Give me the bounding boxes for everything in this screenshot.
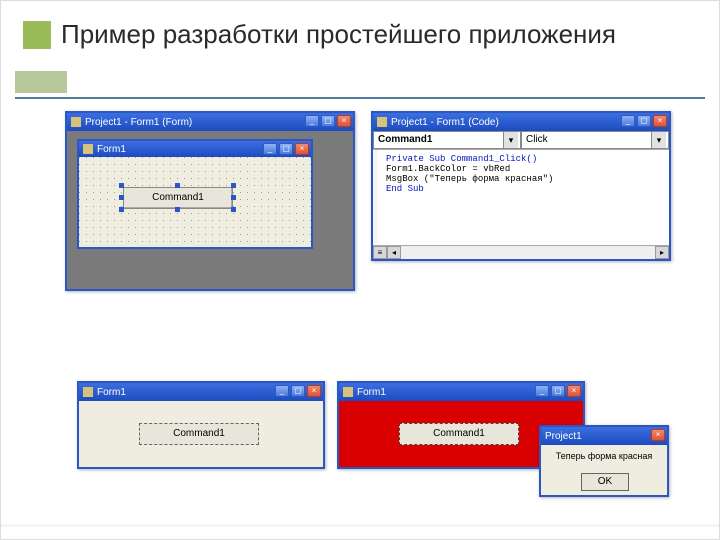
designer-titlebar[interactable]: Project1 - Form1 (Form) _ ▢ × xyxy=(67,113,353,131)
object-dropdown-value: Command1 xyxy=(378,134,432,145)
scroll-splitbar-icon[interactable]: ≡ xyxy=(373,246,387,259)
vb-icon xyxy=(377,117,387,127)
runtime-before-titlebar[interactable]: Form1 _ ▢ × xyxy=(79,383,323,401)
footer-divider xyxy=(1,524,719,527)
close-button[interactable]: × xyxy=(295,143,309,155)
minimize-button[interactable]: _ xyxy=(263,143,277,155)
form-design-surface[interactable]: Command1 xyxy=(79,157,311,247)
scroll-track[interactable] xyxy=(401,246,655,259)
resize-handle-icon[interactable] xyxy=(119,207,124,212)
maximize-button[interactable]: ▢ xyxy=(291,385,305,397)
scroll-right-icon[interactable]: ▸ xyxy=(655,246,669,259)
msgbox-titlebar[interactable]: Project1 × xyxy=(541,427,667,445)
divider xyxy=(15,97,705,99)
event-dropdown-value: Click xyxy=(526,134,548,145)
maximize-button[interactable]: ▢ xyxy=(551,385,565,397)
runtime-after-titlebar[interactable]: Form1 _ ▢ × xyxy=(339,383,583,401)
maximize-button[interactable]: ▢ xyxy=(279,143,293,155)
close-button[interactable]: × xyxy=(307,385,321,397)
accent-square-icon xyxy=(23,21,51,49)
resize-handle-icon[interactable] xyxy=(175,183,180,188)
ok-button[interactable]: OK xyxy=(581,473,629,491)
minimize-button[interactable]: _ xyxy=(305,115,319,127)
runtime-before-client: Command1 xyxy=(79,401,323,467)
form1-title-text: Form1 xyxy=(97,144,126,155)
slide: Пример разработки простейшего приложения… xyxy=(0,0,720,540)
close-button[interactable]: × xyxy=(653,115,667,127)
slide-title: Пример разработки простейшего приложения xyxy=(61,19,616,50)
scroll-left-icon[interactable]: ◂ xyxy=(387,246,401,259)
code-line: End Sub xyxy=(386,184,424,194)
resize-handle-icon[interactable] xyxy=(119,195,124,200)
command1-button-runtime[interactable]: Command1 xyxy=(399,423,519,445)
command1-button-design[interactable]: Command1 xyxy=(123,187,233,209)
form-icon xyxy=(83,387,93,397)
code-line: Form1.BackColor = vbRed xyxy=(386,164,510,174)
code-window: Project1 - Form1 (Code) _ ▢ × Command1 C… xyxy=(371,111,671,261)
minimize-button[interactable]: _ xyxy=(275,385,289,397)
form1-titlebar[interactable]: Form1 _ ▢ × xyxy=(79,141,311,157)
close-button[interactable]: × xyxy=(651,429,665,441)
code-title-text: Project1 - Form1 (Code) xyxy=(391,117,499,128)
maximize-button[interactable]: ▢ xyxy=(637,115,651,127)
msgbox-message: Теперь форма красная xyxy=(541,451,667,461)
code-titlebar[interactable]: Project1 - Form1 (Code) _ ▢ × xyxy=(373,113,669,131)
runtime-window-before: Form1 _ ▢ × Command1 xyxy=(77,381,325,469)
designer-title-text: Project1 - Form1 (Form) xyxy=(85,117,192,128)
event-dropdown[interactable]: Click xyxy=(521,131,669,149)
resize-handle-icon[interactable] xyxy=(231,207,236,212)
code-line: Private Sub Command1_Click() xyxy=(386,154,537,164)
runtime-after-title: Form1 xyxy=(357,387,386,398)
resize-handle-icon[interactable] xyxy=(119,183,124,188)
close-button[interactable]: × xyxy=(337,115,351,127)
accent-bar-icon xyxy=(15,71,67,93)
form-icon xyxy=(343,387,353,397)
runtime-before-title: Form1 xyxy=(97,387,126,398)
vb-icon xyxy=(71,117,81,127)
resize-handle-icon[interactable] xyxy=(175,207,180,212)
command1-button-runtime[interactable]: Command1 xyxy=(139,423,259,445)
minimize-button[interactable]: _ xyxy=(621,115,635,127)
msgbox-title: Project1 xyxy=(545,431,582,442)
horizontal-scrollbar[interactable]: ≡ ◂ ▸ xyxy=(373,245,669,259)
maximize-button[interactable]: ▢ xyxy=(321,115,335,127)
minimize-button[interactable]: _ xyxy=(535,385,549,397)
form-designer-subwindow: Form1 _ ▢ × Command1 xyxy=(77,139,313,249)
resize-handle-icon[interactable] xyxy=(231,195,236,200)
resize-handle-icon[interactable] xyxy=(231,183,236,188)
object-dropdown[interactable]: Command1 xyxy=(373,131,521,149)
designer-window: Project1 - Form1 (Form) _ ▢ × Form1 _ ▢ … xyxy=(65,111,355,291)
messagebox-window: Project1 × Теперь форма красная OK xyxy=(539,425,669,497)
form-icon xyxy=(83,144,93,154)
code-line: MsgBox ("Теперь форма красная") xyxy=(386,174,553,184)
close-button[interactable]: × xyxy=(567,385,581,397)
code-editor[interactable]: Private Sub Command1_Click() Form1.BackC… xyxy=(373,150,669,245)
